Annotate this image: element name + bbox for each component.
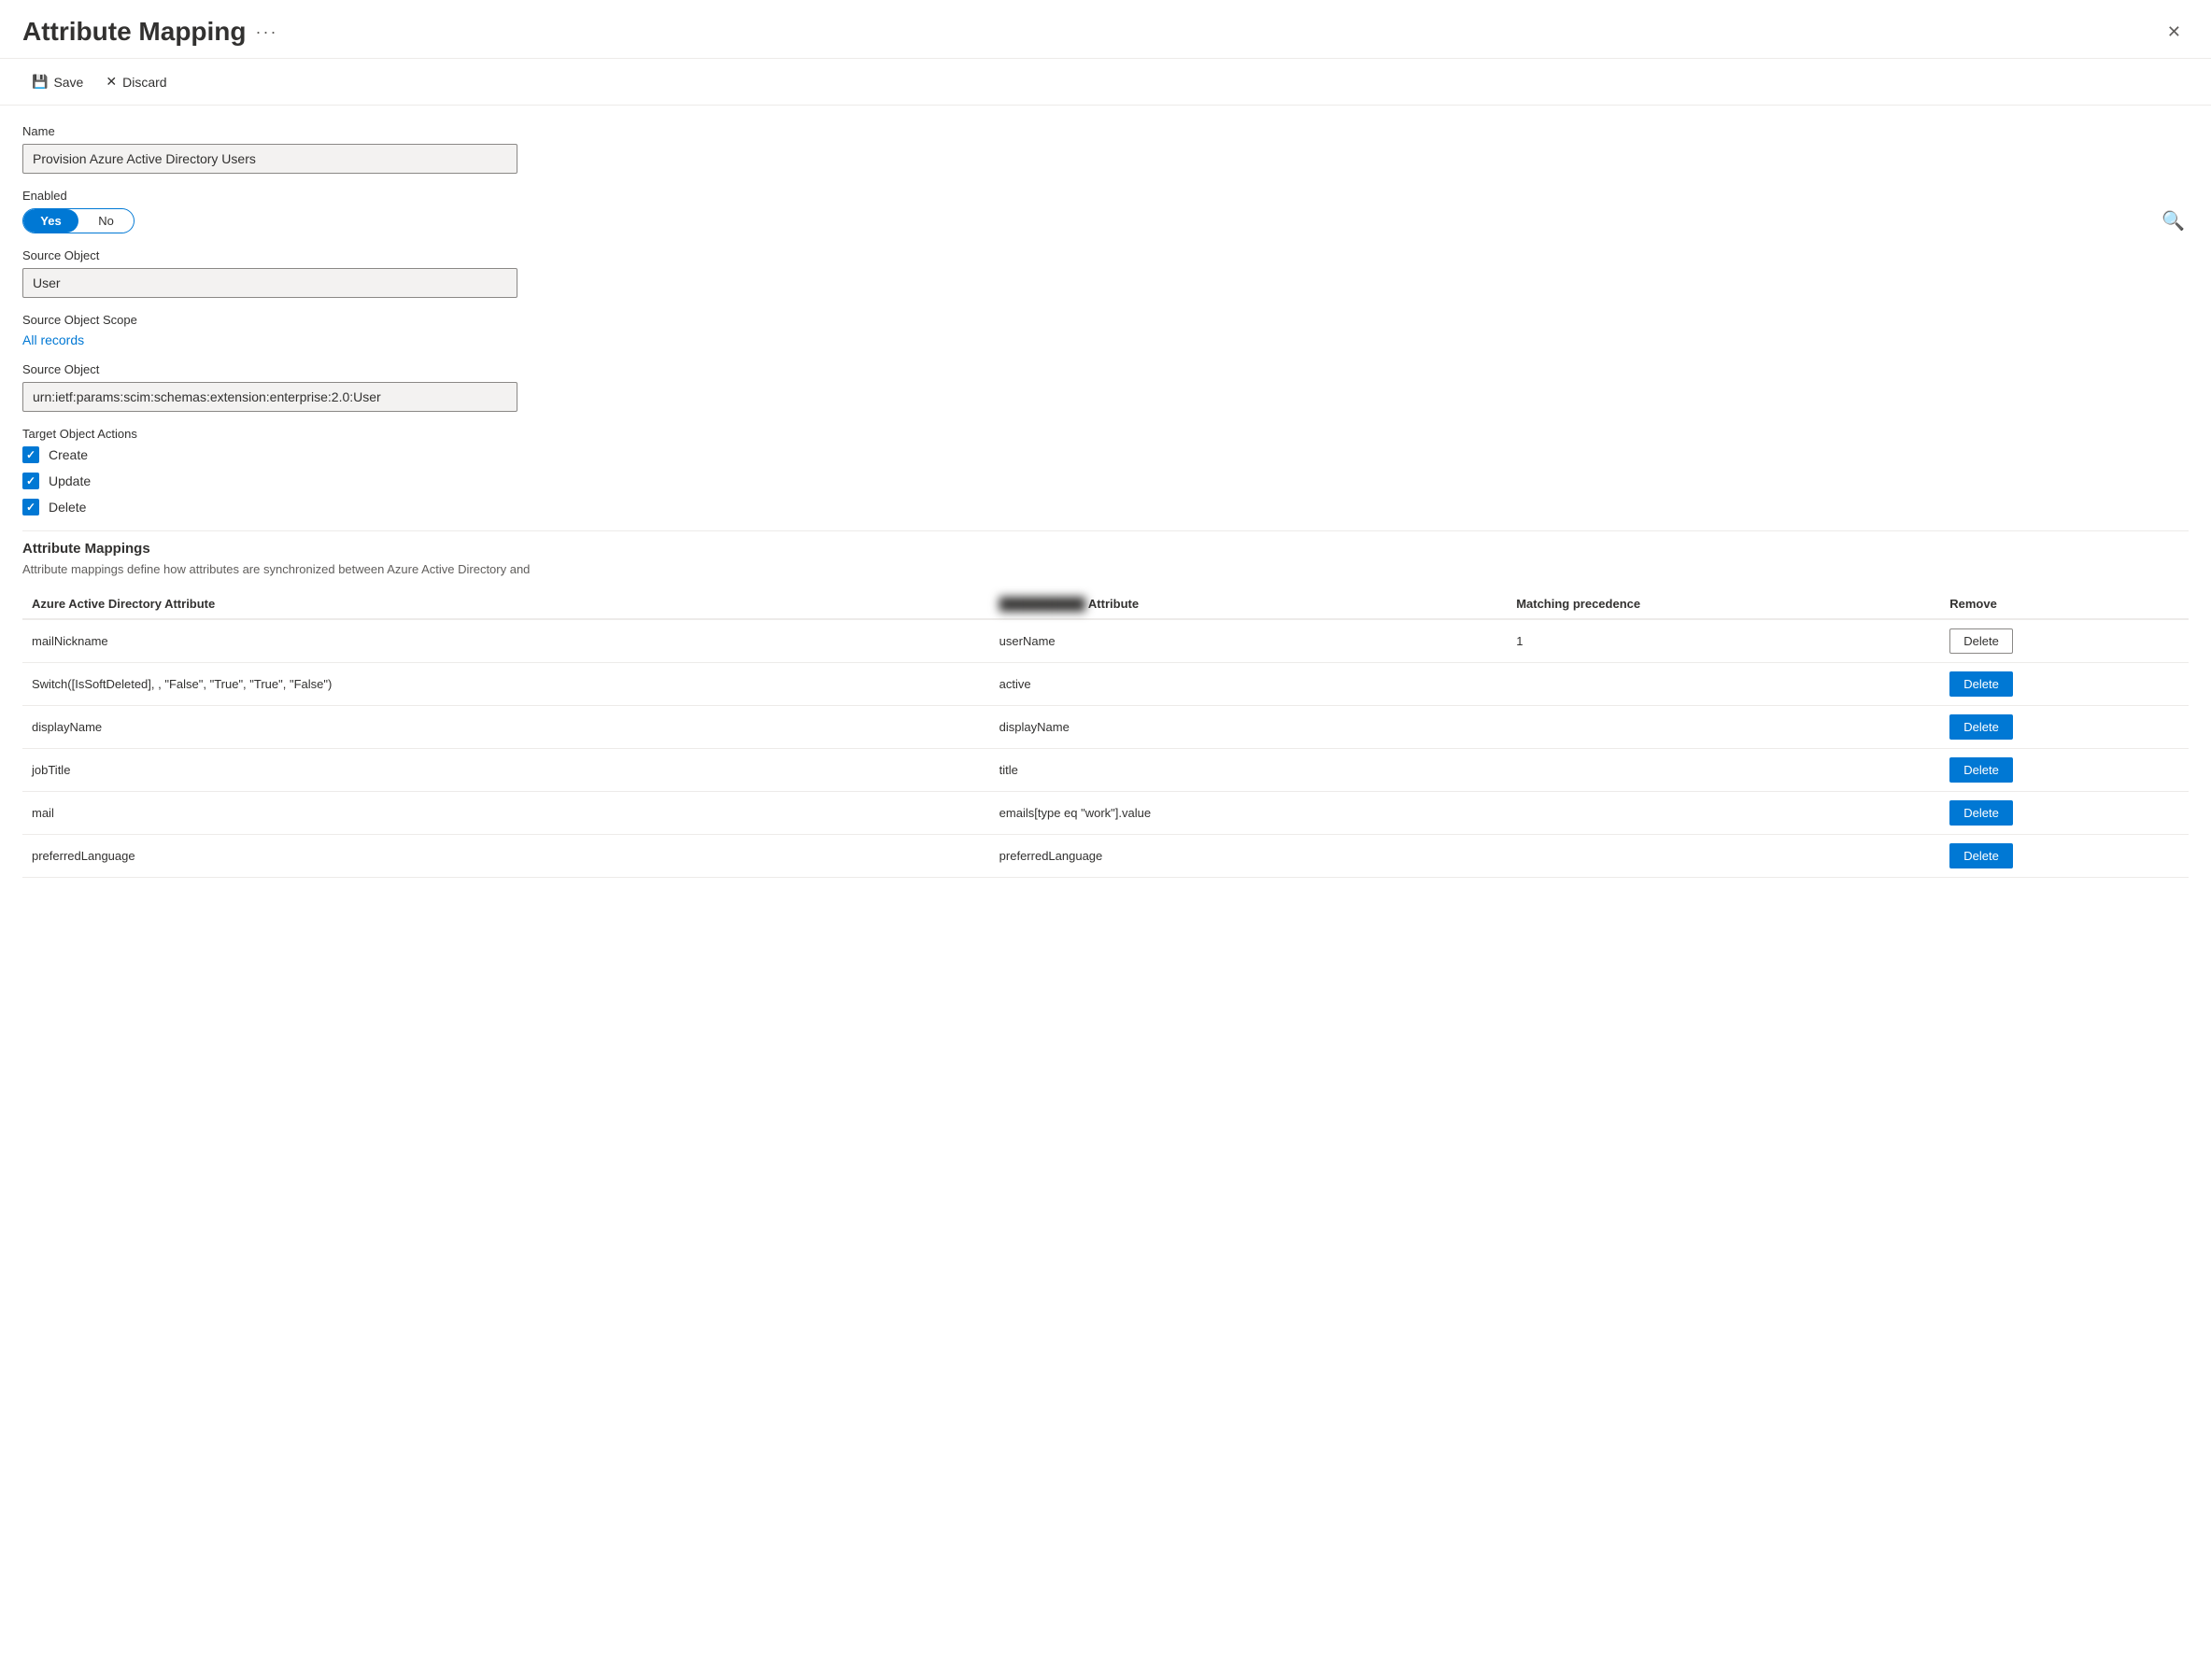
col-remove: Remove xyxy=(1940,589,2189,619)
cell-remove: Delete xyxy=(1940,792,2189,835)
target-object-field-group: Source Object xyxy=(22,362,2189,412)
cell-aad: Switch([IsSoftDeleted], , "False", "True… xyxy=(22,663,990,706)
table-row: mailNicknameuserName1 Delete xyxy=(22,619,2189,663)
section-divider xyxy=(22,530,2189,531)
cell-aad: jobTitle xyxy=(22,749,990,792)
create-checkbox[interactable] xyxy=(22,446,39,463)
source-scope-link[interactable]: All records xyxy=(22,332,84,347)
delete-button[interactable]: Delete xyxy=(1949,714,2013,740)
col-aad: Azure Active Directory Attribute xyxy=(22,589,990,619)
attribute-mapping-dialog: Attribute Mapping ··· ✕ 💾 Save ✕ Discard… xyxy=(0,0,2211,1680)
toggle-yes[interactable]: Yes xyxy=(23,209,78,233)
cell-target: emails[type eq "work"].value xyxy=(990,792,1508,835)
cell-precedence xyxy=(1507,792,1940,835)
save-label: Save xyxy=(53,75,83,90)
target-object-input[interactable] xyxy=(22,382,517,412)
source-object-field-group: Source Object xyxy=(22,248,2189,298)
cell-target: preferredLanguage xyxy=(990,835,1508,878)
action-create-row: Create xyxy=(22,446,2189,463)
content-area: Name Enabled Yes No 🔍 Source Object Sour… xyxy=(0,106,2211,896)
cell-aad: preferredLanguage xyxy=(22,835,990,878)
dialog-more-button[interactable]: ··· xyxy=(256,22,278,42)
target-actions-group: Target Object Actions Create Update Dele… xyxy=(22,427,2189,515)
cell-remove: Delete xyxy=(1940,663,2189,706)
table-row: preferredLanguagepreferredLanguage Delete xyxy=(22,835,2189,878)
target-actions-label: Target Object Actions xyxy=(22,427,2189,441)
discard-button[interactable]: ✕ Discard xyxy=(96,68,176,95)
zoom-icon[interactable]: 🔍 xyxy=(2161,209,2185,233)
cell-remove: Delete xyxy=(1940,706,2189,749)
action-update-row: Update xyxy=(22,473,2189,489)
delete-button[interactable]: Delete xyxy=(1949,757,2013,783)
discard-icon: ✕ xyxy=(106,74,117,90)
cell-aad: mailNickname xyxy=(22,619,990,663)
cell-target: userName xyxy=(990,619,1508,663)
table-row: displayNamedisplayName Delete xyxy=(22,706,2189,749)
cell-precedence: 1 xyxy=(1507,619,1940,663)
cell-precedence xyxy=(1507,835,1940,878)
close-button[interactable]: ✕ xyxy=(2160,19,2189,46)
target-object-label: Source Object xyxy=(22,362,2189,376)
cell-aad: displayName xyxy=(22,706,990,749)
cell-remove: Delete xyxy=(1940,749,2189,792)
delete-button[interactable]: Delete xyxy=(1949,628,2013,654)
toggle-no[interactable]: No xyxy=(78,209,134,233)
delete-label: Delete xyxy=(49,500,86,515)
enabled-label: Enabled xyxy=(22,189,2189,203)
delete-button[interactable]: Delete xyxy=(1949,800,2013,826)
source-object-label: Source Object xyxy=(22,248,2189,262)
create-label: Create xyxy=(49,447,88,462)
cell-aad: mail xyxy=(22,792,990,835)
delete-checkbox[interactable] xyxy=(22,499,39,515)
table-row: mailemails[type eq "work"].value Delete xyxy=(22,792,2189,835)
action-delete-row: Delete xyxy=(22,499,2189,515)
update-label: Update xyxy=(49,473,91,488)
blurred-app-name xyxy=(533,562,601,576)
save-icon: 💾 xyxy=(32,74,48,90)
table-row: Switch([IsSoftDeleted], , "False", "True… xyxy=(22,663,2189,706)
source-scope-label: Source Object Scope xyxy=(22,313,2189,327)
enabled-row: Yes No 🔍 xyxy=(22,208,2189,233)
update-checkbox[interactable] xyxy=(22,473,39,489)
cell-precedence xyxy=(1507,706,1940,749)
enabled-toggle[interactable]: Yes No xyxy=(22,208,135,233)
cell-target: displayName xyxy=(990,706,1508,749)
cell-target: active xyxy=(990,663,1508,706)
cell-precedence xyxy=(1507,663,1940,706)
col-target: ██████████ Attribute xyxy=(990,589,1508,619)
name-label: Name xyxy=(22,124,2189,138)
name-field-group: Name xyxy=(22,124,2189,174)
source-scope-field-group: Source Object Scope All records xyxy=(22,313,2189,347)
dialog-title: Attribute Mapping xyxy=(22,17,247,47)
cell-target: title xyxy=(990,749,1508,792)
source-object-input[interactable] xyxy=(22,268,517,298)
delete-button[interactable]: Delete xyxy=(1949,843,2013,868)
save-button[interactable]: 💾 Save xyxy=(22,68,92,95)
delete-button[interactable]: Delete xyxy=(1949,671,2013,697)
toolbar: 💾 Save ✕ Discard xyxy=(0,59,2211,106)
table-row: jobTitletitle Delete xyxy=(22,749,2189,792)
name-input[interactable] xyxy=(22,144,517,174)
discard-label: Discard xyxy=(122,75,166,90)
attribute-mappings-table: Azure Active Directory Attribute ███████… xyxy=(22,589,2189,878)
enabled-field-group: Enabled Yes No 🔍 xyxy=(22,189,2189,233)
attr-mappings-desc: Attribute mappings define how attributes… xyxy=(22,562,2189,576)
attribute-mappings-section: Attribute Mappings Attribute mappings de… xyxy=(22,541,2189,878)
table-header-row: Azure Active Directory Attribute ███████… xyxy=(22,589,2189,619)
attr-mappings-title: Attribute Mappings xyxy=(22,541,2189,557)
cell-remove: Delete xyxy=(1940,835,2189,878)
dialog-title-row: Attribute Mapping ··· xyxy=(22,17,278,47)
cell-remove: Delete xyxy=(1940,619,2189,663)
col-precedence: Matching precedence xyxy=(1507,589,1940,619)
cell-precedence xyxy=(1507,749,1940,792)
dialog-header: Attribute Mapping ··· ✕ xyxy=(0,0,2211,59)
